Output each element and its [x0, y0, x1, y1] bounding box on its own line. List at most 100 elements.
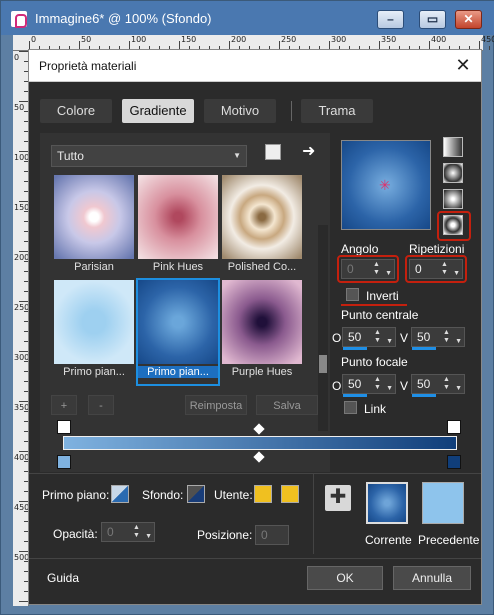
tab-colore[interactable]: Colore: [40, 99, 112, 123]
add-to-swatches-button[interactable]: ✚: [325, 485, 351, 511]
cancel-button[interactable]: Annulla: [393, 566, 471, 590]
divider: [29, 473, 481, 474]
ruler-number: 450: [14, 503, 30, 512]
background-label: Sfondo:: [142, 488, 184, 502]
sunburst-style-icon[interactable]: [443, 189, 463, 209]
chevron-down-icon[interactable]: ▼: [455, 333, 462, 351]
foreground-label: Primo piano:: [42, 488, 110, 502]
linear-style-icon[interactable]: [443, 137, 463, 157]
user-swatch[interactable]: [254, 485, 272, 503]
spin-up-icon[interactable]: ▲ ▼: [374, 376, 383, 392]
focal-v-input[interactable]: 50 ▲ ▼ ▼: [411, 374, 465, 397]
spin-up-icon[interactable]: ▲ ▼: [374, 329, 383, 345]
color-stop-right[interactable]: [447, 455, 461, 469]
library-icon[interactable]: [265, 144, 281, 160]
gradient-bar[interactable]: [63, 436, 457, 450]
ruler-tick: [19, 351, 28, 352]
gradient-label: Parisian: [74, 261, 114, 273]
opacity-stop-left[interactable]: [57, 420, 71, 434]
center-o-label: O: [332, 331, 342, 345]
ruler-tick: [19, 51, 28, 52]
foreground-swatch[interactable]: [111, 485, 129, 503]
minimize-icon: –: [387, 12, 394, 26]
focal-o-input[interactable]: 50 ▲ ▼ ▼: [342, 374, 396, 397]
maximize-button[interactable]: ▭: [419, 10, 446, 29]
opacity-label: Opacità:: [53, 527, 98, 541]
opacity-stop-right[interactable]: [447, 420, 461, 434]
rectangular-style-icon[interactable]: [443, 163, 463, 183]
user-swatch-2[interactable]: [281, 485, 299, 503]
previous-label: Precedente: [418, 533, 480, 547]
opacity-value: 0: [107, 525, 114, 539]
category-dropdown[interactable]: Tutto ▼: [51, 145, 247, 167]
angle-label: Angolo: [341, 242, 379, 256]
dialog-close-icon[interactable]: ✕: [453, 55, 473, 75]
remove-gradient-button[interactable]: -: [88, 395, 114, 415]
opacity-input[interactable]: 0 ▲ ▼ ▼: [101, 522, 155, 542]
gradient-swatch: [54, 175, 134, 259]
add-gradient-button[interactable]: +: [51, 395, 77, 415]
tab-motivo[interactable]: Motivo: [204, 99, 276, 123]
gradient-tile[interactable]: Parisian: [54, 175, 134, 279]
minimize-button[interactable]: –: [377, 10, 404, 29]
reset-button[interactable]: Reimposta: [185, 395, 247, 415]
ruler-number: 50: [14, 103, 25, 112]
background-swatch[interactable]: [187, 485, 205, 503]
ruler-number: 200: [14, 253, 30, 262]
ruler-number: 200: [231, 35, 247, 44]
gradient-list-scrollbar[interactable]: [318, 225, 328, 431]
center-o-level: [343, 347, 367, 350]
tab-trama[interactable]: Trama: [301, 99, 373, 123]
center-point-icon[interactable]: ✳: [379, 178, 391, 192]
divider-vertical: [313, 474, 314, 554]
gradient-swatch: [54, 280, 134, 364]
center-v-input[interactable]: 50 ▲ ▼ ▼: [411, 327, 465, 350]
window-title: Immagine6* @ 100% (Sfondo): [35, 11, 212, 26]
ruler-tick: [19, 401, 28, 402]
close-window-button[interactable]: ✕: [455, 10, 482, 29]
ok-button[interactable]: OK: [307, 566, 383, 590]
ruler-number: 250: [14, 303, 30, 312]
tab-separator: [291, 101, 292, 121]
gradient-tile[interactable]: Pink Hues: [138, 175, 218, 279]
repeats-label: Ripetizioni: [409, 242, 465, 256]
spin-up-icon[interactable]: ▲ ▼: [133, 524, 142, 540]
previous-preview[interactable]: [422, 482, 464, 524]
focal-v-value: 50: [417, 377, 431, 391]
center-o-input[interactable]: 50 ▲ ▼ ▼: [342, 327, 396, 350]
ruler-number: 150: [14, 203, 30, 212]
dialog-titlebar[interactable]: Proprietà materiali ✕: [29, 50, 481, 82]
tab-gradiente[interactable]: Gradiente: [122, 99, 194, 123]
current-preview[interactable]: [366, 482, 408, 524]
save-button[interactable]: Salva: [256, 395, 318, 415]
focal-o-label: O: [332, 379, 342, 393]
color-stop-left[interactable]: [57, 455, 71, 469]
help-link[interactable]: Guida: [47, 571, 79, 585]
ruler-left: 0 50 100 150 200 250 300 350 400 450 500: [13, 51, 29, 606]
divider: [29, 558, 481, 559]
spin-up-icon[interactable]: ▲ ▼: [443, 329, 452, 345]
gradient-tile[interactable]: Polished Co...: [222, 175, 302, 279]
gradient-swatch: [138, 175, 218, 259]
ruler-tick: [19, 301, 28, 302]
position-input[interactable]: 0: [255, 525, 289, 545]
ruler-tick: [19, 101, 28, 102]
chevron-down-icon[interactable]: ▼: [455, 380, 462, 398]
chevron-down-icon[interactable]: ▼: [145, 528, 152, 546]
dialog-title: Proprietà materiali: [39, 59, 137, 73]
gradient-tile[interactable]: Primo pian...: [54, 280, 134, 384]
ruler-tick: [19, 601, 28, 602]
ruler-number: 350: [381, 35, 397, 44]
chevron-down-icon[interactable]: ▼: [386, 333, 393, 351]
link-checkbox[interactable]: [344, 401, 357, 414]
gradient-preview[interactable]: ✳: [341, 140, 431, 230]
invert-checkbox[interactable]: [346, 288, 359, 301]
gradient-tile[interactable]: Purple Hues: [222, 280, 302, 384]
position-label: Posizione:: [197, 528, 253, 542]
chevron-down-icon[interactable]: ▼: [386, 380, 393, 398]
gradient-tile-selected[interactable]: Primo pian...: [136, 278, 220, 386]
window-titlebar[interactable]: Immagine6* @ 100% (Sfondo) – ▭ ✕: [1, 1, 494, 35]
spin-up-icon[interactable]: ▲ ▼: [443, 376, 452, 392]
arrow-right-icon[interactable]: ➜: [302, 141, 315, 161]
scrollbar-thumb[interactable]: [319, 355, 327, 373]
